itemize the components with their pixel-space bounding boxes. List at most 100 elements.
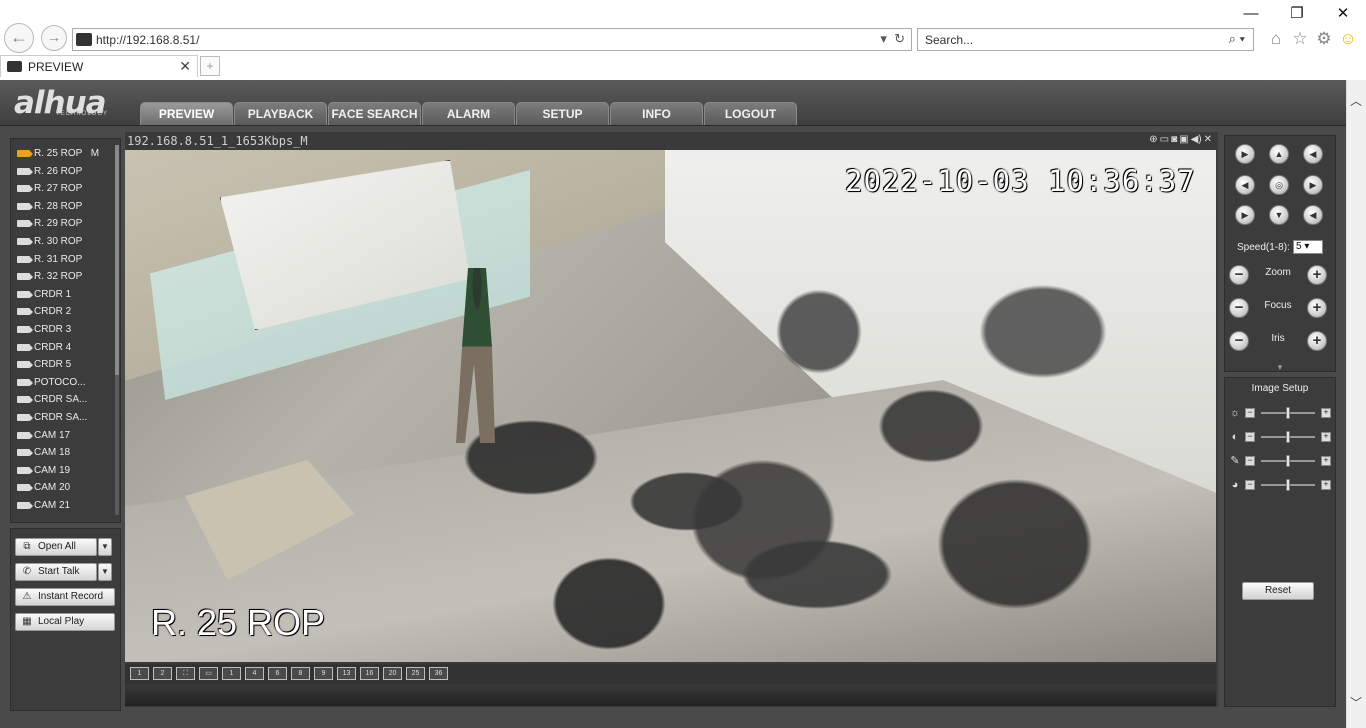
camera-item[interactable]: CRDR SA...: [17, 392, 87, 406]
camera-item[interactable]: CAM 21: [17, 498, 70, 512]
split-layout-icon[interactable]: 20: [383, 667, 402, 680]
camera-item[interactable]: POTOCO...: [17, 375, 86, 389]
search-box[interactable]: Search... ⌕ ▾: [917, 28, 1254, 51]
settings-gear-icon[interactable]: ⚙: [1314, 28, 1334, 50]
camera-item[interactable]: CRDR 1: [17, 287, 71, 301]
camera-item[interactable]: CRDR SA...: [17, 410, 87, 424]
snapshot-icon[interactable]: ▭: [1160, 134, 1169, 145]
tab-setup[interactable]: SETUP: [516, 102, 609, 125]
focus-minus-button[interactable]: −: [1229, 298, 1249, 318]
tab-preview[interactable]: PREVIEW: [140, 102, 233, 125]
wide-layout-icon[interactable]: ▭: [199, 667, 218, 680]
camera-item[interactable]: R. 29 ROP: [17, 216, 82, 230]
hue-minus-button[interactable]: −: [1245, 480, 1255, 490]
close-video-icon[interactable]: ✕: [1204, 134, 1212, 145]
focus-plus-button[interactable]: +: [1307, 298, 1327, 318]
live-video-feed[interactable]: 2022-10-03 10:36:37 R. 25 ROP: [125, 150, 1216, 662]
split-layout-icon[interactable]: 8: [291, 667, 310, 680]
ptz-right-icon[interactable]: ▶: [1303, 175, 1323, 195]
camera-capture-icon[interactable]: ◙: [1171, 134, 1177, 145]
split-layout-icon[interactable]: 16: [360, 667, 379, 680]
saturation-minus-button[interactable]: −: [1245, 456, 1255, 466]
iris-plus-button[interactable]: +: [1307, 331, 1327, 351]
camera-item[interactable]: CRDR 5: [17, 357, 71, 371]
camera-item[interactable]: CAM 17: [17, 428, 70, 442]
hue-slider-handle[interactable]: [1286, 479, 1290, 491]
local-play-button[interactable]: ▦ Local Play: [15, 613, 115, 631]
camera-item[interactable]: CAM 20: [17, 480, 70, 494]
page-scrollbar[interactable]: ︿ ﹀: [1346, 80, 1366, 728]
tab-playback[interactable]: PLAYBACK: [234, 102, 327, 125]
saturation-plus-button[interactable]: +: [1321, 456, 1331, 466]
scroll-down-icon[interactable]: ﹀: [1350, 694, 1362, 711]
contrast-minus-button[interactable]: −: [1245, 432, 1255, 442]
split-layout-icon[interactable]: 9: [314, 667, 333, 680]
restore-icon[interactable]: ❐: [1274, 4, 1320, 26]
camera-item[interactable]: CRDR 2: [17, 304, 71, 318]
camera-item[interactable]: CAM 18: [17, 445, 70, 459]
tab-close-icon[interactable]: ✕: [179, 58, 191, 75]
start-talk-button[interactable]: ✆ Start Talk: [15, 563, 97, 581]
zoom-out-button[interactable]: −: [1229, 265, 1249, 285]
camera-item[interactable]: R. 25 ROP M: [17, 146, 99, 160]
home-icon[interactable]: ⌂: [1266, 28, 1286, 50]
camera-item[interactable]: R. 28 ROP: [17, 199, 82, 213]
ptz-up-right-icon[interactable]: ◀: [1303, 144, 1323, 164]
ptz-center-icon[interactable]: ◎: [1269, 175, 1289, 195]
camera-item[interactable]: R. 30 ROP: [17, 234, 82, 248]
audio-icon[interactable]: ◀): [1191, 134, 1202, 145]
open-all-button[interactable]: ⧉ Open All: [15, 538, 97, 556]
saturation-slider-handle[interactable]: [1286, 455, 1290, 467]
tab-face-search[interactable]: FACE SEARCH: [328, 102, 421, 125]
scrollbar-thumb[interactable]: [115, 145, 119, 375]
ptz-up-left-icon[interactable]: ▶: [1235, 144, 1255, 164]
brightness-minus-button[interactable]: −: [1245, 408, 1255, 418]
split-layout-icon[interactable]: 13: [337, 667, 356, 680]
open-all-dropdown[interactable]: ▼: [98, 538, 112, 556]
back-button[interactable]: ←: [4, 23, 34, 53]
address-bar[interactable]: http://192.168.8.51/ ▾ ↻: [72, 28, 912, 51]
browser-tab[interactable]: PREVIEW ✕: [0, 55, 198, 77]
camera-list-scrollbar[interactable]: [115, 145, 119, 515]
split-layout-icon[interactable]: 36: [429, 667, 448, 680]
brightness-slider-handle[interactable]: [1286, 407, 1290, 419]
fullscreen-icon[interactable]: ⛶: [176, 667, 195, 680]
address-controls[interactable]: ▾ ↻: [880, 31, 905, 47]
camera-item[interactable]: CRDR 3: [17, 322, 71, 336]
camera-item[interactable]: R. 31 ROP: [17, 252, 82, 266]
split-layout-icon[interactable]: 1: [130, 667, 149, 680]
iris-minus-button[interactable]: −: [1229, 331, 1249, 351]
scroll-up-icon[interactable]: ︿: [1350, 92, 1362, 109]
favorites-star-icon[interactable]: ☆: [1290, 28, 1310, 50]
tab-logout[interactable]: LOGOUT: [704, 102, 797, 125]
camera-item[interactable]: R. 32 ROP: [17, 269, 82, 283]
tab-alarm[interactable]: ALARM: [422, 102, 515, 125]
split-layout-icon[interactable]: 2: [153, 667, 172, 680]
ptz-left-icon[interactable]: ◀: [1235, 175, 1255, 195]
close-window-icon[interactable]: ✕: [1320, 4, 1366, 26]
zoom-icon[interactable]: ⊕: [1149, 134, 1157, 145]
ptz-down-right-icon[interactable]: ◀: [1303, 205, 1323, 225]
instant-record-button[interactable]: ⚠ Instant Record: [15, 588, 115, 606]
search-icon[interactable]: ⌕ ▾: [1229, 31, 1245, 47]
ptz-up-icon[interactable]: ▲: [1269, 144, 1289, 164]
split-layout-icon[interactable]: 25: [406, 667, 425, 680]
start-talk-dropdown[interactable]: ▼: [98, 563, 112, 581]
ptz-down-icon[interactable]: ▼: [1269, 205, 1289, 225]
new-tab-button[interactable]: +: [200, 56, 220, 76]
record-icon[interactable]: ▣: [1179, 134, 1188, 145]
split-layout-icon[interactable]: 1: [222, 667, 241, 680]
camera-item[interactable]: R. 27 ROP: [17, 181, 82, 195]
split-layout-icon[interactable]: 4: [245, 667, 264, 680]
contrast-plus-button[interactable]: +: [1321, 432, 1331, 442]
zoom-in-button[interactable]: +: [1307, 265, 1327, 285]
feedback-smiley-icon[interactable]: ☺: [1338, 28, 1358, 50]
minimize-icon[interactable]: —: [1228, 4, 1274, 26]
camera-item[interactable]: CAM 19: [17, 463, 70, 477]
speed-select[interactable]: 5 ▾: [1293, 240, 1323, 254]
forward-button[interactable]: →: [41, 25, 67, 51]
hue-plus-button[interactable]: +: [1321, 480, 1331, 490]
tab-info[interactable]: INFO: [610, 102, 703, 125]
ptz-collapse-icon[interactable]: ▼: [1224, 364, 1336, 372]
contrast-slider-handle[interactable]: [1286, 431, 1290, 443]
